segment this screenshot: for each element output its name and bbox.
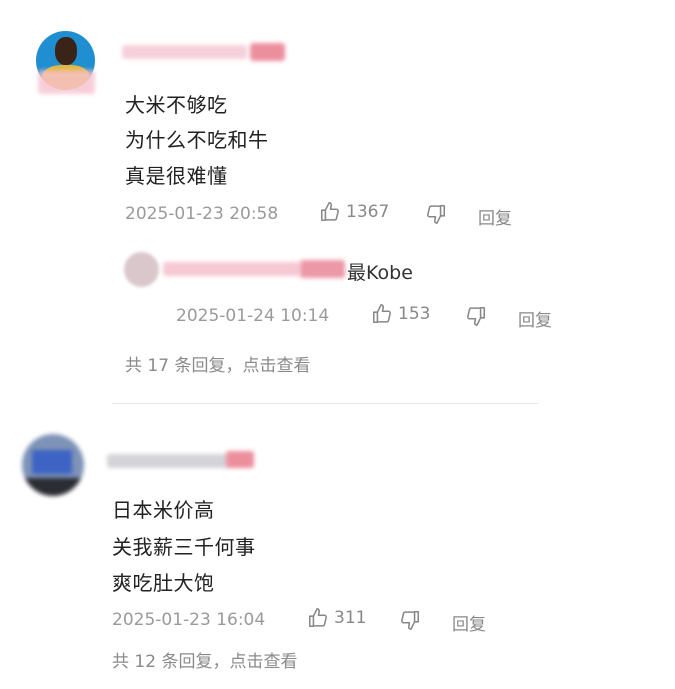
reply-dislike-button[interactable] [465,305,487,327]
username[interactable] [122,45,247,59]
like-count: 311 [334,608,367,628]
like-count: 1367 [346,202,390,222]
like-button[interactable]: 1367 [319,201,389,223]
thumbs-down-icon [467,306,486,326]
avatar-badge [38,70,95,94]
comment-timestamp: 2025-01-23 16:04 [112,610,266,630]
reply-avatar[interactable] [124,252,159,287]
reply-like-button[interactable]: 153 [371,303,430,325]
thumbs-up-icon [320,202,339,222]
dislike-button[interactable] [399,609,421,631]
view-replies-link[interactable]: 共 12 条回复，点击查看 [112,647,297,672]
comment-line: 关我薪三千何事 [112,535,256,559]
user-level-badge [250,43,285,61]
comment-line: 为什么不吃和牛 [125,128,269,152]
comment-line: 大米不够吃 [125,93,228,117]
dislike-button[interactable] [425,203,447,225]
thumbs-down-icon [401,610,420,630]
reply-username-suffix: 最Kobe [347,262,413,284]
comment-line: 爽吃肚大饱 [112,571,215,595]
comment-divider [112,403,538,404]
comment-timestamp: 2025-01-23 20:58 [125,204,279,224]
reply-button[interactable]: 回复 [452,610,486,635]
view-replies-link[interactable]: 共 17 条回复，点击查看 [125,351,310,376]
avatar[interactable] [22,434,84,496]
thumbs-up-icon [372,304,391,324]
reply-timestamp: 2025-01-24 10:14 [176,306,330,326]
thumbs-up-icon [308,608,327,628]
reply-button[interactable]: 回复 [478,204,512,229]
comment-line: 真是很难懂 [125,164,228,188]
like-button[interactable]: 311 [307,607,366,629]
reply-like-count: 153 [398,304,431,324]
user-level-badge [226,451,254,468]
reply-username-highlight [300,260,345,278]
username[interactable] [107,454,229,468]
comment-line: 日本米价高 [112,498,215,522]
reply-username[interactable] [163,262,301,276]
reply-reply-button[interactable]: 回复 [518,306,552,331]
thumbs-down-icon [427,204,446,224]
